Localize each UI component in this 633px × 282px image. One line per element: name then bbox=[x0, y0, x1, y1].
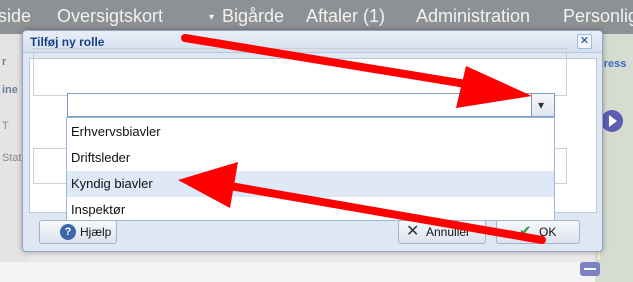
zoom-out-icon[interactable] bbox=[580, 262, 600, 276]
cancel-x-icon: ✕ bbox=[406, 223, 420, 240]
left-label: ine bbox=[2, 84, 18, 96]
chevron-down-icon: ▾ bbox=[538, 98, 545, 112]
role-option-kyndig-biavler[interactable]: Kyndig biavler bbox=[67, 171, 554, 197]
left-label: r bbox=[2, 56, 7, 68]
dialog-title: Tilføj ny rolle bbox=[30, 35, 105, 49]
nav-item-side[interactable]: side bbox=[0, 6, 31, 27]
cancel-button-label: Annullér bbox=[426, 225, 471, 239]
ok-button-label: OK bbox=[539, 225, 557, 239]
ok-button[interactable]: ✔ OK bbox=[496, 220, 580, 244]
nav-item-aftaler[interactable]: Aftaler (1) bbox=[306, 6, 385, 27]
nav-item-personlig[interactable]: Personlig bbox=[563, 6, 633, 27]
top-nav: side Oversigtskort ▾ Bigårde Aftaler (1)… bbox=[0, 0, 633, 34]
close-icon[interactable]: ✕ bbox=[577, 34, 592, 49]
role-option-driftsleder[interactable]: Driftsleder bbox=[67, 145, 554, 171]
help-button-label: Hjælp bbox=[80, 225, 112, 239]
role-fieldset bbox=[33, 48, 567, 96]
nav-item-bigaarde[interactable]: Bigårde bbox=[222, 6, 284, 27]
checkmark-icon: ✔ bbox=[519, 223, 532, 240]
combo-trigger[interactable]: ▾ bbox=[531, 93, 555, 117]
left-label: T bbox=[2, 120, 9, 132]
role-option-erhvervsbiavler[interactable]: Erhvervsbiavler bbox=[67, 119, 554, 145]
left-label: Stat bbox=[2, 152, 22, 164]
nav-item-oversigtskort[interactable]: Oversigtskort bbox=[57, 6, 163, 27]
map-pan-icon[interactable] bbox=[601, 110, 623, 132]
role-dropdown-list: Erhvervsbiavler Driftsleder Kyndig biavl… bbox=[66, 117, 555, 221]
cancel-button[interactable]: ✕ Annullér bbox=[398, 220, 486, 244]
nav-item-administration[interactable]: Administration bbox=[416, 6, 530, 27]
nav-dropdown-icon: ▾ bbox=[209, 12, 215, 23]
help-icon: ? bbox=[60, 224, 76, 240]
role-combo-input[interactable] bbox=[67, 93, 555, 117]
help-button[interactable]: ? Hjælp bbox=[39, 220, 117, 244]
page-footer-area bbox=[0, 262, 595, 282]
